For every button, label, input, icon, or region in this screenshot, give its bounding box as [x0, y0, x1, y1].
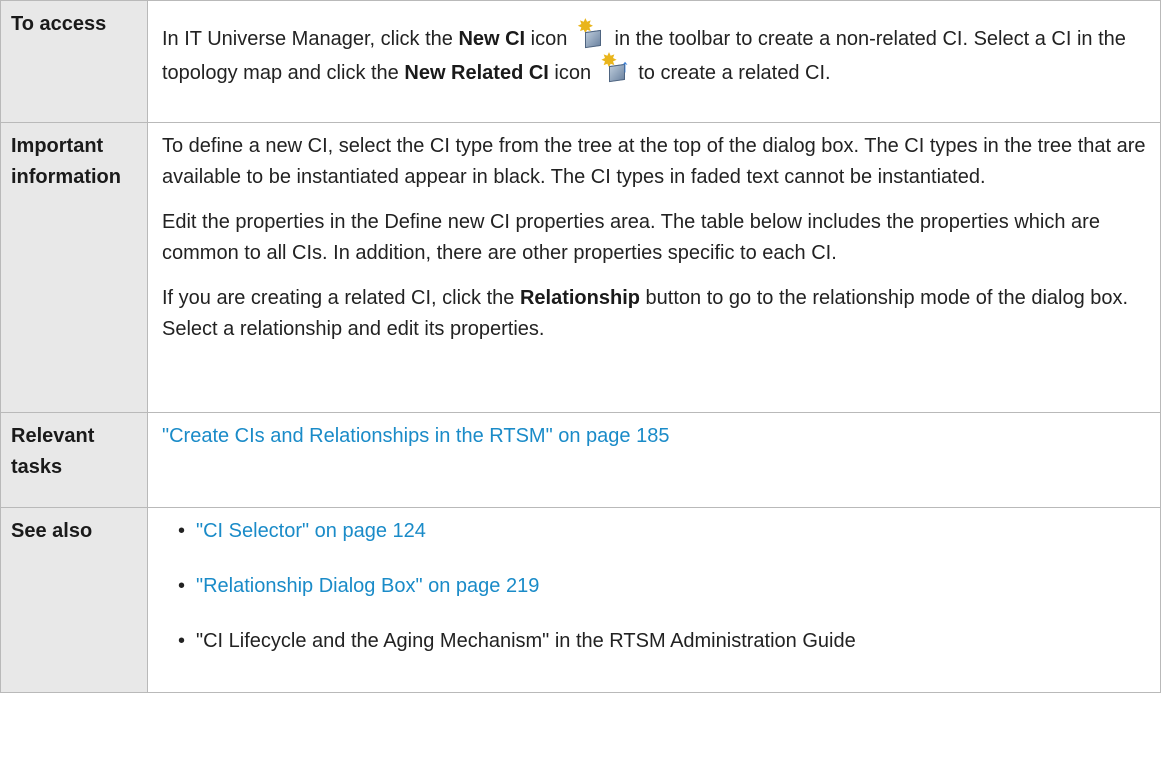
- access-text-5: to create a related CI.: [632, 62, 831, 84]
- info-table: To access In IT Universe Manager, click …: [0, 0, 1161, 693]
- label-see-also: See also: [0, 507, 148, 693]
- new-ci-label: New CI: [458, 28, 526, 50]
- label-to-access: To access: [0, 0, 148, 123]
- cell-relevant-tasks: "Create CIs and Relationships in the RTS…: [147, 412, 1161, 508]
- label-relevant-tasks: Relevant tasks: [0, 412, 148, 508]
- row-important-information: Important information To define a new CI…: [0, 122, 1161, 413]
- see-also-list: "CI Selector" on page 124 "Relationship …: [162, 516, 1146, 657]
- access-text-4: icon: [548, 62, 597, 84]
- important-paragraph-2: Edit the properties in the Define new CI…: [162, 211, 1100, 264]
- row-to-access: To access In IT Universe Manager, click …: [0, 0, 1161, 123]
- create-cis-link[interactable]: "Create CIs and Relationships in the RTS…: [162, 425, 669, 447]
- access-text-2: icon: [525, 28, 573, 50]
- new-related-ci-label: New Related CI: [404, 62, 549, 84]
- new-ci-icon: ✸: [577, 17, 605, 51]
- relationship-dialog-box-link[interactable]: "Relationship Dialog Box" on page 219: [196, 575, 539, 597]
- cell-to-access: In IT Universe Manager, click the New CI…: [147, 0, 1161, 123]
- important-p3-text-1: If you are creating a related CI, click …: [162, 287, 520, 309]
- cell-see-also: "CI Selector" on page 124 "Relationship …: [147, 507, 1161, 693]
- row-see-also: See also "CI Selector" on page 124 "Rela…: [0, 507, 1161, 693]
- relationship-label: Relationship: [519, 287, 640, 309]
- important-paragraph-3: If you are creating a related CI, click …: [162, 283, 1146, 345]
- cell-important-information: To define a new CI, select the CI type f…: [147, 122, 1161, 413]
- ci-lifecycle-reference: "CI Lifecycle and the Aging Mechanism" i…: [196, 630, 856, 652]
- list-item: "CI Lifecycle and the Aging Mechanism" i…: [178, 626, 1146, 657]
- access-text-1: In IT Universe Manager, click the: [162, 28, 459, 50]
- label-important-information: Important information: [0, 122, 148, 413]
- new-related-ci-icon: ✸ ↑: [601, 51, 630, 85]
- list-item: "CI Selector" on page 124: [178, 516, 1146, 547]
- ci-selector-link[interactable]: "CI Selector" on page 124: [196, 520, 426, 542]
- important-paragraph-1: To define a new CI, select the CI type f…: [162, 135, 1146, 188]
- row-relevant-tasks: Relevant tasks "Create CIs and Relations…: [0, 412, 1161, 508]
- list-item: "Relationship Dialog Box" on page 219: [178, 571, 1146, 602]
